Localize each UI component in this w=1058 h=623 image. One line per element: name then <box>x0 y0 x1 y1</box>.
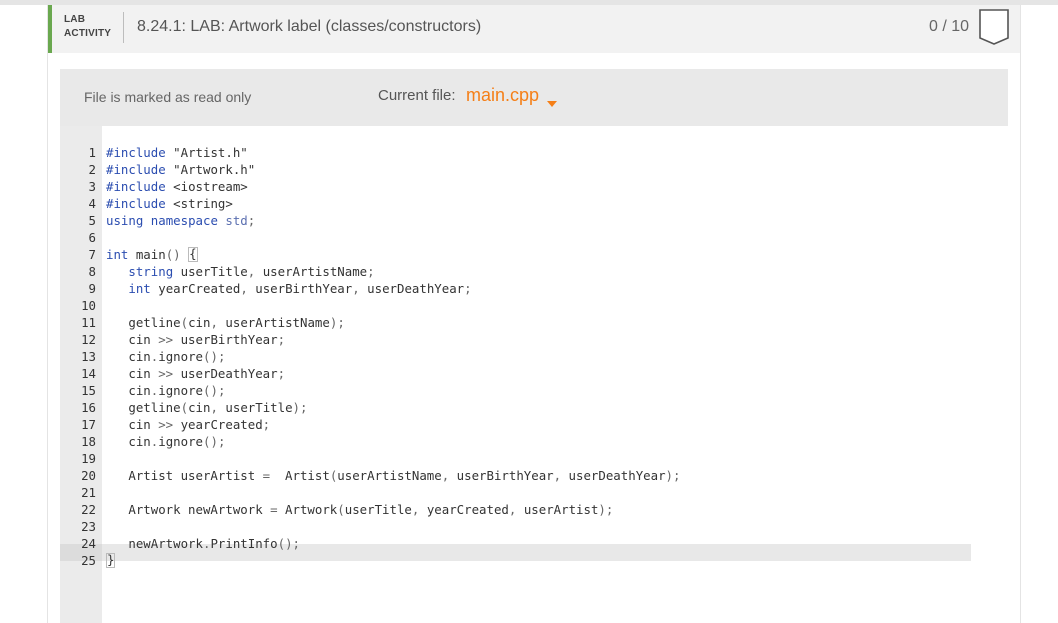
line-number: 15 <box>81 383 96 398</box>
line-number: 2 <box>88 162 96 177</box>
code-line-text: Artist userArtist = Artist(userArtistNam… <box>106 468 681 483</box>
line-number: 25 <box>81 553 96 568</box>
code-line: 5 using namespace std; <box>60 212 1008 229</box>
current-file-dropdown[interactable]: main.cpp <box>466 85 539 106</box>
line-number: 6 <box>88 230 96 245</box>
code-line: 20 Artist userArtist = Artist(userArtist… <box>60 467 1008 484</box>
line-number: 14 <box>81 366 96 381</box>
code-line: 12 cin >> userBirthYear; <box>60 331 1008 348</box>
line-number: 22 <box>81 502 96 517</box>
line-number: 20 <box>81 468 96 483</box>
lab-activity-card: LAB ACTIVITY 8.24.1: LAB: Artwork label … <box>47 5 1021 623</box>
lab-accent-bar <box>48 5 52 53</box>
code-line-text: int yearCreated, userBirthYear, userDeat… <box>128 281 472 296</box>
code-line: 15 cin.ignore(); <box>60 382 1008 399</box>
code-line: 2 #include "Artwork.h" <box>60 161 1008 178</box>
code-line-text: using namespace std; <box>106 213 256 228</box>
code-line-text: cin.ignore(); <box>106 434 226 449</box>
code-line: 6 <box>60 229 1008 246</box>
lab-header: LAB ACTIVITY 8.24.1: LAB: Artwork label … <box>48 5 1020 53</box>
code-line: 4 #include <string> <box>60 195 1008 212</box>
code-line: 9 int yearCreated, userBirthYear, userDe… <box>60 280 1008 297</box>
line-number: 8 <box>88 264 96 279</box>
line-number: 10 <box>81 298 96 313</box>
code-line-text: #include <string> <box>106 196 233 211</box>
code-line-text: cin.ignore(); <box>106 383 226 398</box>
lab-title: 8.24.1: LAB: Artwork label (classes/cons… <box>137 18 482 35</box>
code-line: 3 #include <iostream> <box>60 178 1008 195</box>
code-editor: File is marked as read only Current file… <box>60 69 1008 623</box>
line-number: 3 <box>88 179 96 194</box>
code-line: 19 <box>60 450 1008 467</box>
code-line: 13 cin.ignore(); <box>60 348 1008 365</box>
code-line: 22 Artwork newArtwork = Artwork(userTitl… <box>60 501 1008 518</box>
line-number: 17 <box>81 417 96 432</box>
line-number: 12 <box>81 332 96 347</box>
line-number: 11 <box>81 315 96 330</box>
line-number: 18 <box>81 434 96 449</box>
code-line-text: cin >> userBirthYear; <box>106 332 286 347</box>
code-line: 25} <box>60 552 1008 569</box>
line-number: 19 <box>81 451 96 466</box>
lab-tag-line1: LAB <box>64 14 86 25</box>
code-line: 21 <box>60 484 1008 501</box>
code-line: 14 cin >> userDeathYear; <box>60 365 1008 382</box>
code-line: 8 string userTitle, userArtistName; <box>60 263 1008 280</box>
code-line-text: cin.ignore(); <box>106 349 226 364</box>
code-line-text: string userTitle, userArtistName; <box>128 264 375 279</box>
code-line: 23 <box>60 518 1008 535</box>
line-number: 23 <box>81 519 96 534</box>
score-text: 0 / 10 <box>928 18 969 35</box>
code-line-text: Artwork newArtwork = Artwork(userTitle, … <box>106 502 614 517</box>
line-number: 16 <box>81 400 96 415</box>
code-line-text: cin >> yearCreated; <box>106 417 271 432</box>
lab-tag-line2: ACTIVITY <box>64 28 112 39</box>
code-line: 17 cin >> yearCreated; <box>60 416 1008 433</box>
code-line: 11 getline(cin, userArtistName); <box>60 314 1008 331</box>
line-number: 9 <box>88 281 96 296</box>
code-line: 18 cin.ignore(); <box>60 433 1008 450</box>
code-line-text: #include "Artwork.h" <box>106 162 256 177</box>
editor-toolbar: File is marked as read only Current file… <box>60 69 1008 126</box>
code-line: 10 <box>60 297 1008 314</box>
code-line-text: } <box>106 552 116 568</box>
code-line-text: #include "Artist.h" <box>106 145 248 160</box>
code-line-text: getline(cin, userTitle); <box>106 400 308 415</box>
code-line: 24 newArtwork.PrintInfo(); <box>60 535 1008 552</box>
code-line-text: cin >> userDeathYear; <box>106 366 286 381</box>
line-number: 1 <box>88 145 96 160</box>
line-number: 4 <box>88 196 96 211</box>
readonly-notice: File is marked as read only <box>84 89 252 105</box>
code-line: 16 getline(cin, userTitle); <box>60 399 1008 416</box>
line-number: 5 <box>88 213 96 228</box>
lab-activity-tag: LAB ACTIVITY <box>64 13 111 41</box>
score-shield-icon <box>978 8 1010 51</box>
line-number: 21 <box>81 485 96 500</box>
current-file-label: Current file: <box>378 87 456 104</box>
code-line-text: getline(cin, userArtistName); <box>106 315 345 330</box>
code-line-text: #include <iostream> <box>106 179 248 194</box>
line-number: 13 <box>81 349 96 364</box>
code-line-text: int main() { <box>106 246 198 262</box>
header-divider <box>123 12 124 43</box>
code-line: 7 int main() { <box>60 246 1008 263</box>
code-line: 1 #include "Artist.h" <box>60 144 1008 161</box>
line-number: 24 <box>81 536 96 551</box>
code-line-text: newArtwork.PrintInfo(); <box>106 536 300 551</box>
line-number: 7 <box>88 247 96 262</box>
chevron-down-icon[interactable] <box>547 94 557 112</box>
